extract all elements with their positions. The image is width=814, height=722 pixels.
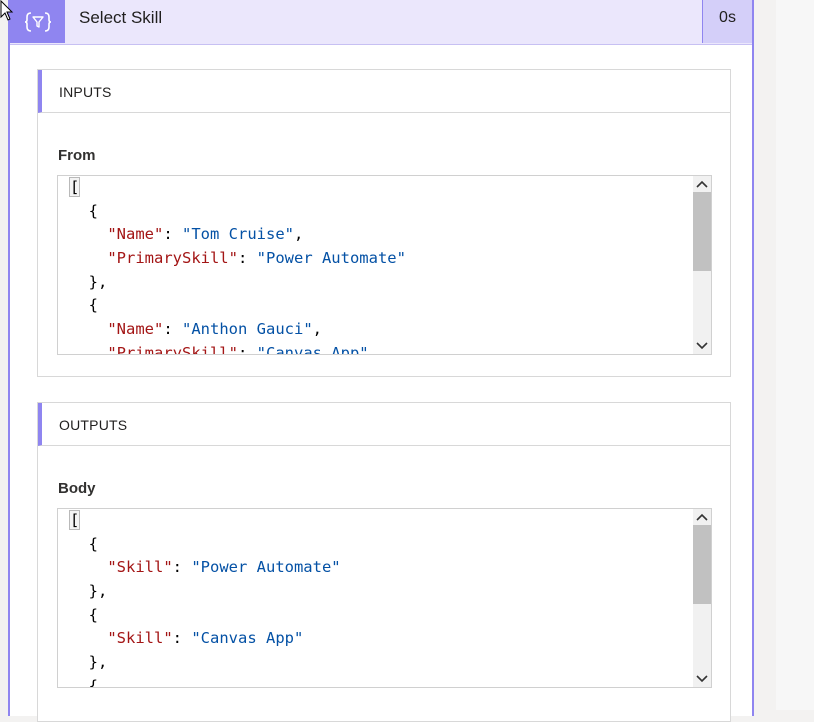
json-punctuation: [ <box>68 177 81 197</box>
json-punctuation: : <box>163 225 182 244</box>
code-line: { <box>70 294 406 318</box>
json-key: "PrimarySkill" <box>107 343 238 355</box>
scroll-up-icon[interactable] <box>693 509 711 525</box>
code-line: "Name": "Tom Cruise", <box>70 223 406 247</box>
code-line: [ <box>68 176 406 200</box>
json-punctuation: { <box>88 534 99 553</box>
from-code-viewer[interactable]: [ { "Name": "Tom Cruise", "PrimarySkill"… <box>57 175 712 355</box>
json-punctuation: : <box>237 343 257 355</box>
body-scrollbar[interactable] <box>693 509 711 687</box>
code-line: "Name": "Anthon Gauci", <box>70 318 406 342</box>
from-label: From <box>58 147 96 164</box>
outputs-section-header[interactable]: OUTPUTS <box>38 403 730 446</box>
json-punctuation: }, <box>88 653 108 672</box>
json-value: "Power Automate" <box>191 558 341 577</box>
json-punctuation: }, <box>88 582 108 601</box>
json-key: "Skill" <box>107 558 173 577</box>
from-code-content: [ { "Name": "Tom Cruise", "PrimarySkill"… <box>68 176 406 355</box>
scrollbar-thumb[interactable] <box>693 525 711 604</box>
json-punctuation: { <box>88 201 99 220</box>
json-punctuation: : <box>172 629 192 648</box>
json-punctuation: : <box>237 249 257 268</box>
action-title: Select Skill <box>65 0 703 43</box>
code-line: }, <box>70 580 341 604</box>
inputs-section-header[interactable]: INPUTS <box>38 70 730 113</box>
json-key: "Name" <box>107 320 164 339</box>
code-line: { <box>70 675 341 688</box>
mouse-cursor-icon <box>0 0 14 21</box>
from-scrollbar[interactable] <box>693 176 711 354</box>
json-punctuation: { <box>88 676 99 688</box>
json-value: "Tom Cruise" <box>182 225 294 244</box>
code-line: "Skill": "Power Automate" <box>70 556 341 580</box>
action-icon-box <box>10 0 65 43</box>
body-label: Body <box>58 480 96 497</box>
inputs-section-title: INPUTS <box>59 84 112 100</box>
json-punctuation: [ <box>68 510 81 530</box>
code-line: }, <box>70 271 406 295</box>
curly-filter-icon <box>24 11 51 32</box>
code-line: { <box>70 200 406 224</box>
json-value: "Canvas App" <box>191 629 304 648</box>
json-punctuation: , <box>312 320 322 339</box>
code-line: [ <box>68 509 341 533</box>
code-line: "Skill": "Canvas App" <box>70 627 341 651</box>
action-duration: 0s <box>703 0 752 43</box>
json-value: "Anthon Gauci" <box>182 320 313 339</box>
json-punctuation: : <box>163 320 182 339</box>
outputs-section-title: OUTPUTS <box>59 417 128 433</box>
json-value: "Canvas App" <box>256 343 369 355</box>
scroll-down-icon[interactable] <box>693 671 711 687</box>
json-key: "Skill" <box>107 629 173 648</box>
code-line: { <box>70 604 341 628</box>
action-header[interactable]: Select Skill 0s <box>10 0 752 45</box>
code-line: { <box>70 533 341 557</box>
inputs-section: INPUTS From [ { "Name": "Tom Cruise", "P… <box>37 69 731 377</box>
code-line: }, <box>70 651 341 675</box>
json-punctuation: : <box>172 558 192 577</box>
json-punctuation: , <box>293 225 304 244</box>
body-code-viewer[interactable]: [ { "Skill": "Power Automate" }, { "Skil… <box>57 508 712 688</box>
json-key: "PrimarySkill" <box>107 249 238 268</box>
outputs-section: OUTPUTS Body [ { "Skill": "Power Automat… <box>37 402 731 722</box>
scrollbar-thumb[interactable] <box>693 192 711 271</box>
json-value: "Power Automate" <box>256 249 406 268</box>
canvas-background <box>776 0 814 710</box>
code-line: "PrimarySkill": "Canvas App" <box>70 342 406 355</box>
scroll-down-icon[interactable] <box>693 338 711 354</box>
scroll-up-icon[interactable] <box>693 176 711 192</box>
json-punctuation: }, <box>88 272 108 291</box>
json-key: "Name" <box>107 225 164 244</box>
body-code-content: [ { "Skill": "Power Automate" }, { "Skil… <box>68 509 341 688</box>
json-punctuation: { <box>88 296 99 315</box>
action-card: Select Skill 0s INPUTS From [ { "Name": … <box>8 0 754 722</box>
json-punctuation: { <box>88 605 99 624</box>
code-line: "PrimarySkill": "Power Automate" <box>70 247 406 271</box>
